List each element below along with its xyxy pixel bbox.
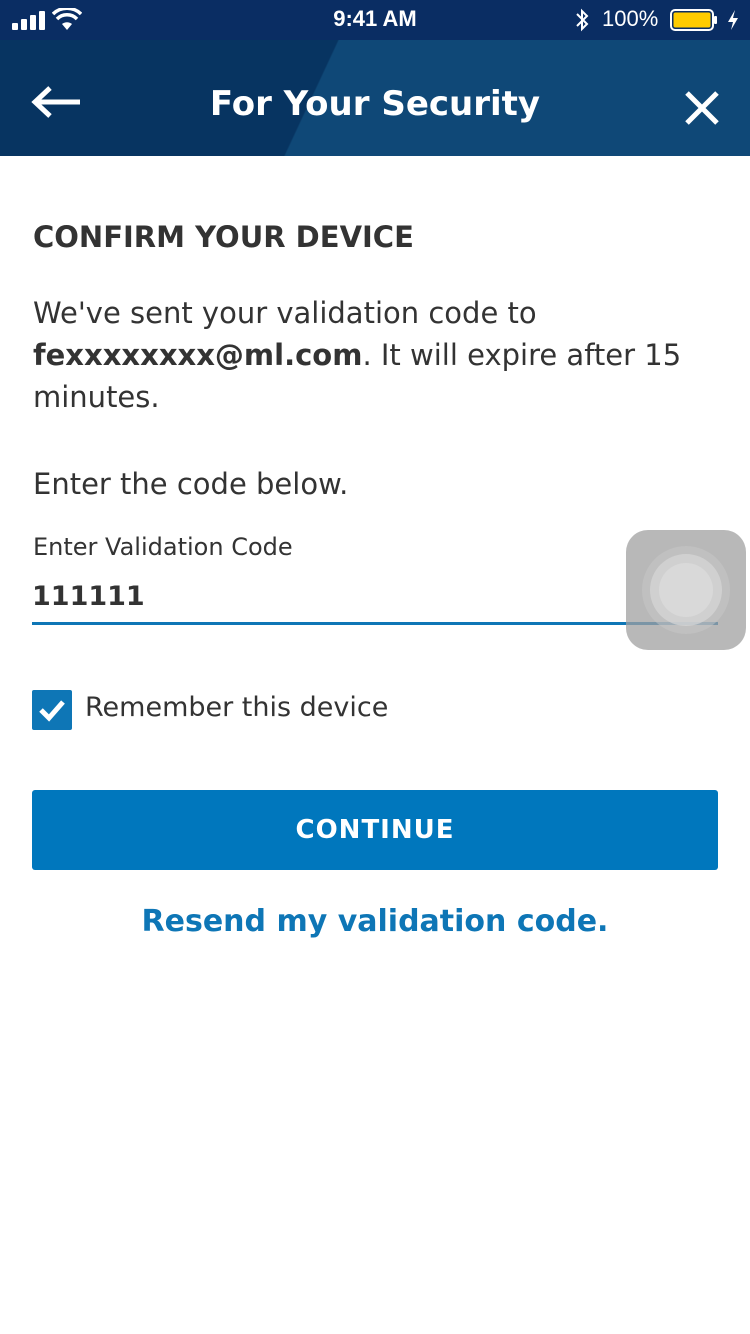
section-heading: CONFIRM YOUR DEVICE bbox=[33, 220, 414, 254]
assistive-touch-inner-ring bbox=[650, 554, 722, 626]
assistive-touch-button[interactable] bbox=[626, 530, 746, 650]
validation-code-label: Enter Validation Code bbox=[33, 533, 293, 561]
intro-text: We've sent your validation code to fexxx… bbox=[33, 292, 723, 418]
bluetooth-icon bbox=[576, 8, 589, 32]
assistive-touch-core bbox=[659, 563, 713, 617]
close-icon[interactable] bbox=[684, 90, 720, 126]
assistive-touch-ring bbox=[642, 546, 730, 634]
nav-bar: For Your Security bbox=[0, 40, 750, 156]
intro-prefix: We've sent your validation code to bbox=[33, 296, 537, 330]
checkmark-icon bbox=[39, 700, 65, 722]
instruction-text: Enter the code below. bbox=[33, 467, 349, 501]
remember-device-label[interactable]: Remember this device bbox=[85, 692, 388, 723]
masked-email: fexxxxxxxx@ml.com bbox=[33, 338, 363, 372]
status-bar: 9:41 AM 100% bbox=[0, 0, 750, 40]
continue-button[interactable]: CONTINUE bbox=[32, 790, 718, 870]
battery-icon bbox=[670, 9, 717, 31]
resend-code-link[interactable]: Resend my validation code. bbox=[0, 904, 750, 939]
validation-code-input[interactable] bbox=[32, 570, 718, 625]
charging-icon bbox=[728, 10, 738, 30]
battery-percent: 100% bbox=[602, 6, 659, 31]
page-title: For Your Security bbox=[209, 84, 541, 124]
remember-device-checkbox[interactable] bbox=[32, 690, 72, 730]
